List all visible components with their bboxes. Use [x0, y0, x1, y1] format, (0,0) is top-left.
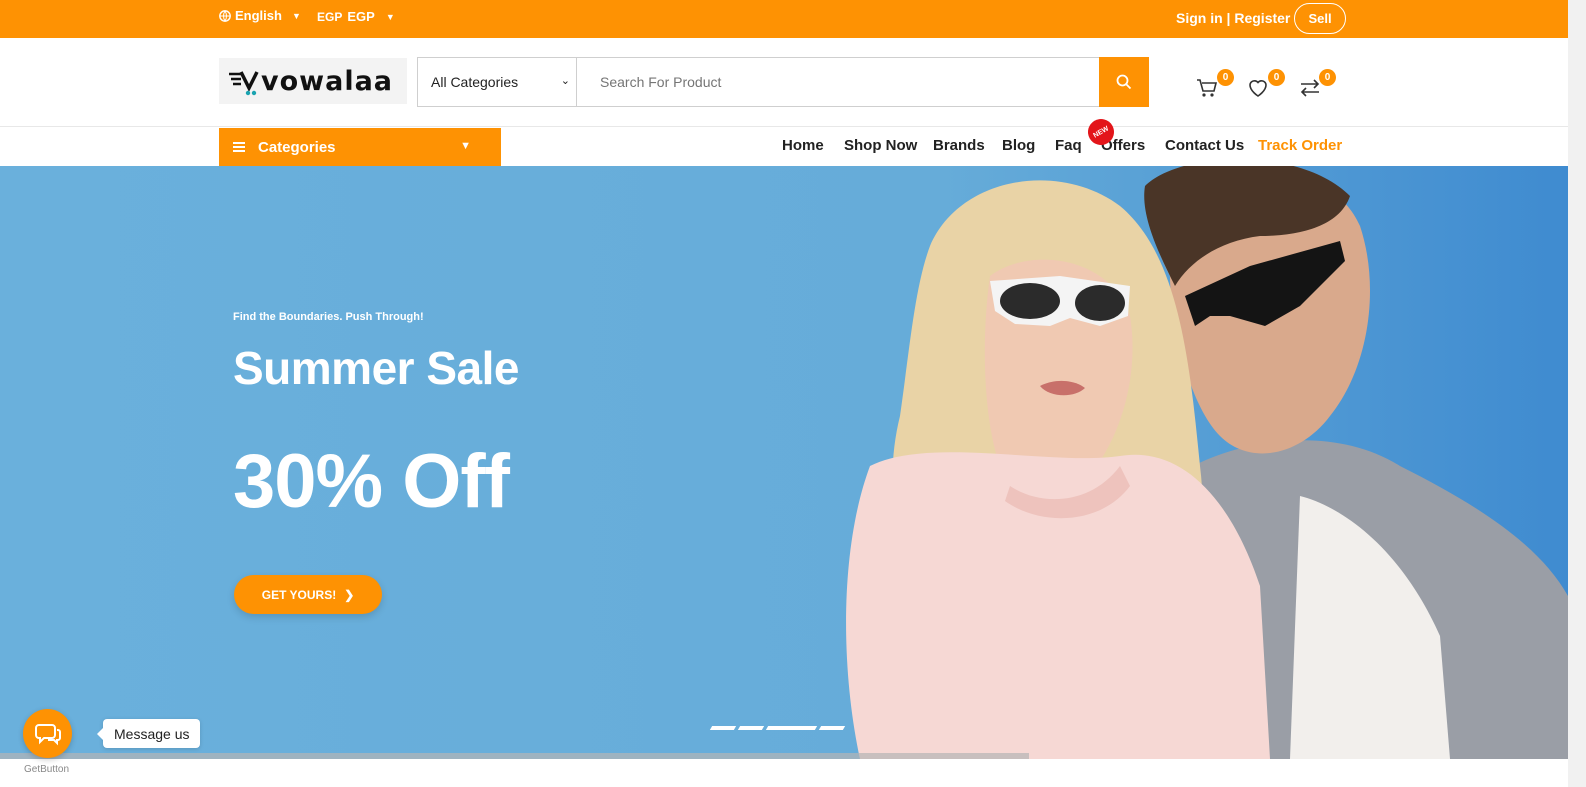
cart-icon — [1197, 79, 1218, 97]
wishlist-count-badge: 0 — [1268, 69, 1285, 86]
chat-bubble-icon — [34, 723, 61, 745]
top-bar: English ▼ EGP EGP ▼ Sign in | Register S… — [0, 0, 1568, 38]
nav-brands[interactable]: Brands — [933, 137, 985, 154]
compare-arrows-icon — [1300, 79, 1320, 97]
wishlist-button[interactable]: 0 — [1247, 69, 1285, 105]
header: vowalaa All Categories ⌄ 0 0 0 — [0, 38, 1568, 127]
compare-count-badge: 0 — [1319, 69, 1336, 86]
slider-dot[interactable] — [737, 726, 765, 730]
search-icon — [1116, 74, 1132, 90]
chevron-down-icon: ▼ — [460, 140, 471, 152]
search-field[interactable] — [576, 57, 1100, 107]
nav-blog[interactable]: Blog — [1002, 137, 1035, 154]
slider-progress-bar — [0, 753, 1029, 759]
slider-dot[interactable] — [818, 726, 846, 730]
main-nav: Categories ▼ Home Shop Now Brands Blog F… — [0, 127, 1568, 166]
chevron-down-icon: ▼ — [385, 11, 395, 22]
nav-faq[interactable]: Faq — [1055, 137, 1082, 154]
site-logo[interactable]: vowalaa — [219, 58, 407, 104]
currency-label: EGP — [347, 9, 375, 24]
categories-label: Categories — [258, 138, 336, 156]
nav-shop-now[interactable]: Shop Now — [844, 137, 917, 154]
signin-register-link[interactable]: Sign in | Register — [1176, 10, 1290, 26]
chevron-right-icon: ❯ — [344, 587, 355, 602]
globe-icon — [219, 9, 231, 22]
hamburger-icon — [233, 140, 245, 154]
cta-label: GET YOURS! — [261, 587, 337, 602]
logo-mark-icon — [229, 71, 259, 96]
hero-discount: 30% Off — [233, 439, 510, 524]
category-select-value: All Categories — [431, 74, 519, 90]
category-select[interactable]: All Categories ⌄ — [417, 57, 576, 107]
language-label: English — [235, 8, 282, 23]
logo-text: vowalaa — [261, 65, 394, 97]
heart-icon — [1249, 80, 1267, 97]
nav-home[interactable]: Home — [782, 137, 824, 154]
getbutton-brand[interactable]: GetButton — [24, 764, 69, 775]
slider-dot-active[interactable] — [765, 726, 818, 730]
slider-dot[interactable] — [709, 726, 737, 730]
chevron-down-icon: ▼ — [291, 10, 301, 21]
sell-button[interactable]: Sell — [1294, 3, 1346, 34]
search-input[interactable] — [598, 73, 1099, 91]
nav-track-order[interactable]: Track Order — [1258, 137, 1342, 154]
page-scrollbar[interactable] — [1568, 0, 1586, 787]
language-selector[interactable]: English ▼ — [219, 8, 301, 23]
chat-button[interactable] — [23, 709, 72, 758]
currency-code: EGP — [317, 9, 343, 24]
hero-banner: Find the Boundaries. Push Through! Summe… — [0, 166, 1568, 759]
hero-title: Summer Sale — [233, 342, 519, 394]
search-button[interactable] — [1099, 57, 1149, 107]
slider-dots — [709, 726, 846, 730]
compare-button[interactable]: 0 — [1298, 69, 1336, 105]
chevron-down-icon: ⌄ — [560, 75, 570, 87]
cart-button[interactable]: 0 — [1196, 69, 1234, 105]
currency-selector[interactable]: EGP EGP ▼ — [317, 9, 395, 24]
categories-menu-button[interactable]: Categories ▼ — [219, 128, 501, 166]
get-yours-button[interactable]: GET YOURS! ❯ — [234, 575, 382, 614]
cart-count-badge: 0 — [1217, 69, 1234, 86]
hero-tagline: Find the Boundaries. Push Through! — [233, 311, 424, 323]
nav-contact-us[interactable]: Contact Us — [1165, 137, 1244, 154]
message-us-label[interactable]: Message us — [96, 719, 201, 748]
